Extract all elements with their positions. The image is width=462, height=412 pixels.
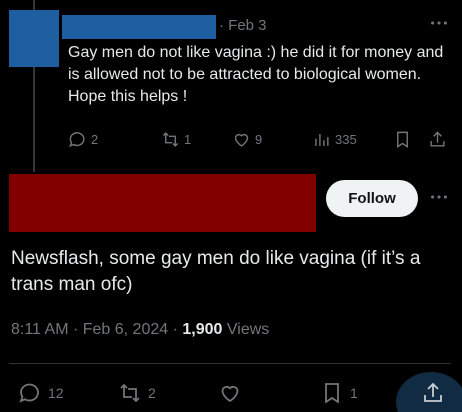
share-button[interactable] [428, 130, 447, 149]
reply-date[interactable]: · Feb 3 [219, 17, 267, 34]
meta-separator: · [72, 321, 83, 338]
reply-text: Gay men do not like vagina :) he did it … [68, 44, 444, 105]
repost-button[interactable]: 1 [161, 130, 191, 149]
heart-icon [221, 385, 239, 403]
reply-count: 2 [91, 132, 99, 147]
main-action-bar: 12 2 1 [0, 381, 462, 409]
bookmark-button[interactable]: 1 [320, 381, 358, 405]
bookmark-icon [325, 383, 339, 404]
divider [9, 363, 451, 364]
bookmark-count: 1 [350, 385, 358, 401]
post-date[interactable]: Feb 6, 2024 [83, 321, 168, 338]
repost-button[interactable]: 2 [118, 381, 156, 405]
analytics-icon [315, 133, 329, 146]
repost-count: 2 [148, 385, 156, 401]
repost-count: 1 [184, 132, 192, 147]
views-count: 335 [335, 132, 357, 147]
comment-icon [19, 383, 39, 403]
share-icon [424, 382, 442, 402]
repost-icon [162, 132, 179, 147]
meta-separator: · [172, 321, 183, 338]
post-metadata: 8:11 AM · Feb 6, 2024 · 1,900 Views [11, 321, 269, 339]
reply-count: 12 [48, 385, 64, 401]
share-button[interactable] [421, 381, 445, 405]
bookmark-button[interactable] [393, 130, 412, 149]
views-label: Views [226, 321, 270, 338]
post-time[interactable]: 8:11 AM [11, 321, 69, 338]
heart-icon [234, 133, 249, 147]
follow-button[interactable]: Follow [326, 180, 418, 217]
comment-icon [69, 132, 85, 148]
more-options-icon[interactable] [428, 12, 450, 34]
views-number: 1,900 [182, 321, 223, 338]
like-button[interactable] [218, 381, 242, 405]
reply-button[interactable]: 12 [18, 381, 64, 405]
repost-icon [120, 383, 140, 403]
reply-avatar-redacted[interactable] [9, 10, 59, 67]
bookmark-icon [397, 131, 408, 148]
reply-action-bar: 2 1 9 335 [0, 130, 462, 152]
like-button[interactable]: 9 [232, 130, 262, 149]
reply-author-redacted[interactable] [62, 15, 216, 39]
views-button[interactable]: 335 [312, 130, 357, 149]
main-author-redacted[interactable] [9, 174, 316, 232]
main-post-text: Newsflash, some gay men do like vagina (… [11, 248, 421, 295]
reply-button[interactable]: 2 [68, 130, 98, 149]
more-options-icon[interactable] [428, 186, 450, 208]
share-icon [430, 131, 445, 147]
like-count: 9 [255, 132, 263, 147]
